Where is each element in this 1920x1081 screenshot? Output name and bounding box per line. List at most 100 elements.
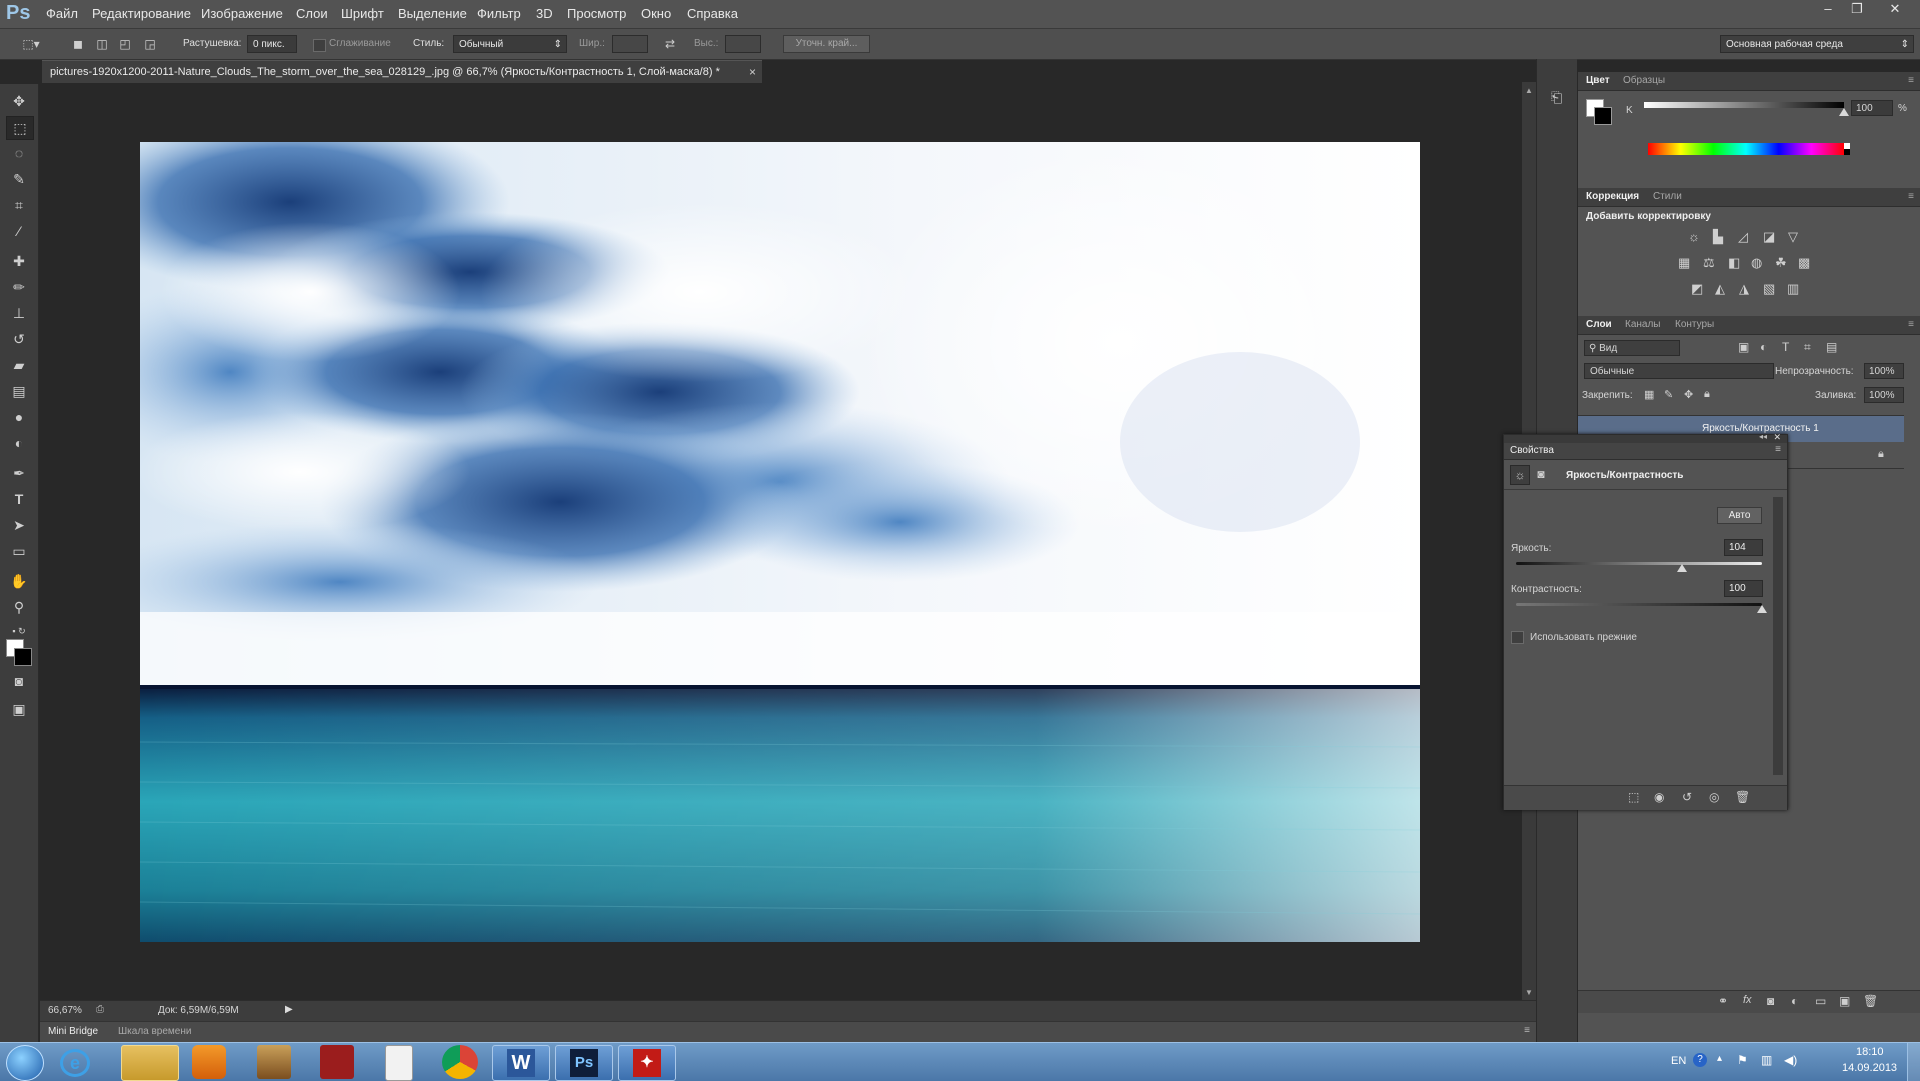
delete-layer-icon[interactable]: 🗑︎: [1863, 994, 1878, 1008]
eyedropper-tool-icon[interactable]: ⁄: [6, 220, 32, 242]
layer-filter-select[interactable]: ⚲ Вид: [1584, 340, 1680, 356]
tab-adjustments[interactable]: Коррекция: [1586, 191, 1639, 202]
winrar-icon[interactable]: [257, 1045, 291, 1079]
spectrum-black-chip[interactable]: [1844, 149, 1850, 155]
tab-mini-bridge[interactable]: Mini Bridge: [48, 1026, 98, 1037]
channel-value-field[interactable]: 100: [1851, 100, 1893, 116]
menu-3d[interactable]: 3D: [536, 6, 553, 21]
shape-tool-icon[interactable]: ▭: [6, 540, 32, 562]
intersect-selection-icon[interactable]: ◲: [142, 36, 158, 52]
clock-date[interactable]: 14.09.2013: [1842, 1062, 1897, 1074]
history-panel-icon[interactable]: ⎗: [1551, 89, 1562, 106]
photo-filter-icon[interactable]: ◍: [1751, 255, 1762, 271]
clock-time[interactable]: 18:10: [1856, 1046, 1884, 1058]
tab-channels[interactable]: Каналы: [1625, 319, 1661, 330]
panel-menu-icon[interactable]: ≡: [1524, 1025, 1530, 1036]
lock-pixels-icon[interactable]: ✎: [1664, 388, 1673, 401]
media-player-icon[interactable]: [192, 1045, 226, 1079]
menu-select[interactable]: Выделение: [398, 6, 467, 21]
layers-panel-menu-icon[interactable]: ≡: [1908, 319, 1914, 330]
brightness-field[interactable]: 104: [1724, 539, 1763, 556]
menu-window[interactable]: Окно: [641, 6, 671, 21]
dodge-tool-icon[interactable]: ◐: [6, 432, 32, 454]
network-tray-icon[interactable]: ▥: [1761, 1053, 1772, 1067]
toggle-visibility-icon[interactable]: ◎: [1709, 790, 1719, 804]
quick-select-tool-icon[interactable]: ✎: [6, 168, 32, 190]
filter-adjustment-icon[interactable]: ◐: [1760, 340, 1767, 354]
type-tool-icon[interactable]: T: [6, 488, 32, 510]
menu-filter[interactable]: Фильтр: [477, 6, 521, 21]
menu-image[interactable]: Изображение: [201, 6, 283, 21]
chrome-icon[interactable]: [442, 1045, 478, 1079]
new-layer-icon[interactable]: ▣: [1839, 994, 1850, 1008]
new-selection-icon[interactable]: ◼: [70, 36, 86, 52]
document-image[interactable]: [140, 142, 1420, 942]
collapse-icon[interactable]: ◂◂: [1759, 432, 1767, 441]
restore-button[interactable]: ❐: [1842, 0, 1872, 20]
brightness-adjust-icon[interactable]: ☼: [1688, 229, 1700, 244]
view-previous-icon[interactable]: ◉: [1654, 790, 1664, 804]
use-legacy-checkbox[interactable]: [1511, 631, 1524, 644]
selective-color-icon[interactable]: ▧: [1763, 281, 1775, 297]
clone-stamp-tool-icon[interactable]: ⊥: [6, 302, 32, 324]
vibrance-adjust-icon[interactable]: ▽: [1788, 229, 1798, 245]
screen-mode-icon[interactable]: ▣: [6, 698, 32, 720]
auto-button[interactable]: Авто: [1717, 507, 1762, 524]
fill-field[interactable]: 100%: [1864, 387, 1904, 403]
style-select[interactable]: Обычный ⇕: [453, 35, 567, 53]
color-bg-swatch[interactable]: [1594, 107, 1612, 125]
menu-type[interactable]: Шрифт: [341, 6, 384, 21]
add-mask-icon[interactable]: ◙: [1767, 994, 1774, 1008]
tab-paths[interactable]: Контуры: [1675, 319, 1714, 330]
width-input[interactable]: [612, 35, 648, 53]
close-button[interactable]: ✕: [1880, 0, 1910, 20]
menu-edit[interactable]: Редактирование: [92, 6, 191, 21]
move-tool-icon[interactable]: ✥: [6, 90, 32, 112]
tab-timeline[interactable]: Шкала времени: [118, 1026, 191, 1037]
marquee-tool-preset-icon[interactable]: ⬚▾: [18, 36, 44, 52]
lock-position-icon[interactable]: ✥: [1684, 388, 1693, 401]
blur-tool-icon[interactable]: ●: [6, 406, 32, 428]
history-brush-tool-icon[interactable]: ↺: [6, 328, 32, 350]
word-task[interactable]: W: [492, 1045, 550, 1081]
notepad-icon[interactable]: [385, 1045, 413, 1081]
color-panel-menu-icon[interactable]: ≡: [1908, 75, 1914, 86]
help-tray-icon[interactable]: ?: [1693, 1053, 1707, 1067]
status-menu-arrow-icon[interactable]: ▶: [285, 1004, 293, 1015]
zoom-tool-icon[interactable]: ⚲: [6, 596, 32, 618]
start-button[interactable]: [6, 1045, 44, 1081]
black-white-icon[interactable]: ◧: [1728, 255, 1740, 271]
color-spectrum-bar[interactable]: [1648, 143, 1844, 155]
levels-adjust-icon[interactable]: ▙: [1713, 229, 1723, 245]
opacity-field[interactable]: 100%: [1864, 363, 1904, 379]
filter-pixel-icon[interactable]: ▣: [1738, 340, 1749, 354]
properties-drag-bar[interactable]: ◂◂ ✕: [1504, 432, 1787, 443]
channel-mixer-icon[interactable]: ☘: [1775, 255, 1787, 271]
internet-explorer-icon[interactable]: e: [60, 1049, 90, 1077]
hand-tool-icon[interactable]: ✋: [6, 570, 32, 592]
tray-expand-icon[interactable]: ▴: [1717, 1053, 1722, 1064]
invert-icon[interactable]: ◩: [1691, 281, 1703, 297]
lock-transparent-icon[interactable]: ▦: [1644, 388, 1654, 401]
menu-file[interactable]: Файл: [46, 6, 78, 21]
exposure-adjust-icon[interactable]: ◪: [1763, 229, 1775, 245]
filter-smart-object-icon[interactable]: ▤: [1826, 340, 1837, 354]
gradient-tool-icon[interactable]: ▤: [6, 380, 32, 402]
height-input[interactable]: [725, 35, 761, 53]
menu-view[interactable]: Просмотр: [567, 6, 626, 21]
path-select-tool-icon[interactable]: ➤: [6, 514, 32, 536]
tab-swatches[interactable]: Образцы: [1623, 75, 1665, 86]
properties-menu-icon[interactable]: ≡: [1775, 444, 1781, 455]
feather-input[interactable]: 0 пикс.: [247, 35, 297, 53]
document-tab[interactable]: pictures-1920x1200-2011-Nature_Clouds_Th…: [42, 60, 762, 83]
minimize-button[interactable]: –: [1813, 0, 1843, 20]
contrast-field[interactable]: 100: [1724, 580, 1763, 597]
properties-scrollbar[interactable]: [1773, 497, 1783, 775]
layer-mask-icon[interactable]: ◙: [1532, 465, 1550, 483]
gradient-map-icon[interactable]: ▥: [1787, 281, 1799, 297]
background-color-swatch[interactable]: [14, 648, 32, 666]
show-desktop-button[interactable]: [1907, 1043, 1920, 1081]
new-adjustment-icon[interactable]: ◐: [1791, 994, 1798, 1008]
menu-help[interactable]: Справка: [687, 6, 738, 21]
k-slider-thumb[interactable]: [1839, 108, 1849, 116]
